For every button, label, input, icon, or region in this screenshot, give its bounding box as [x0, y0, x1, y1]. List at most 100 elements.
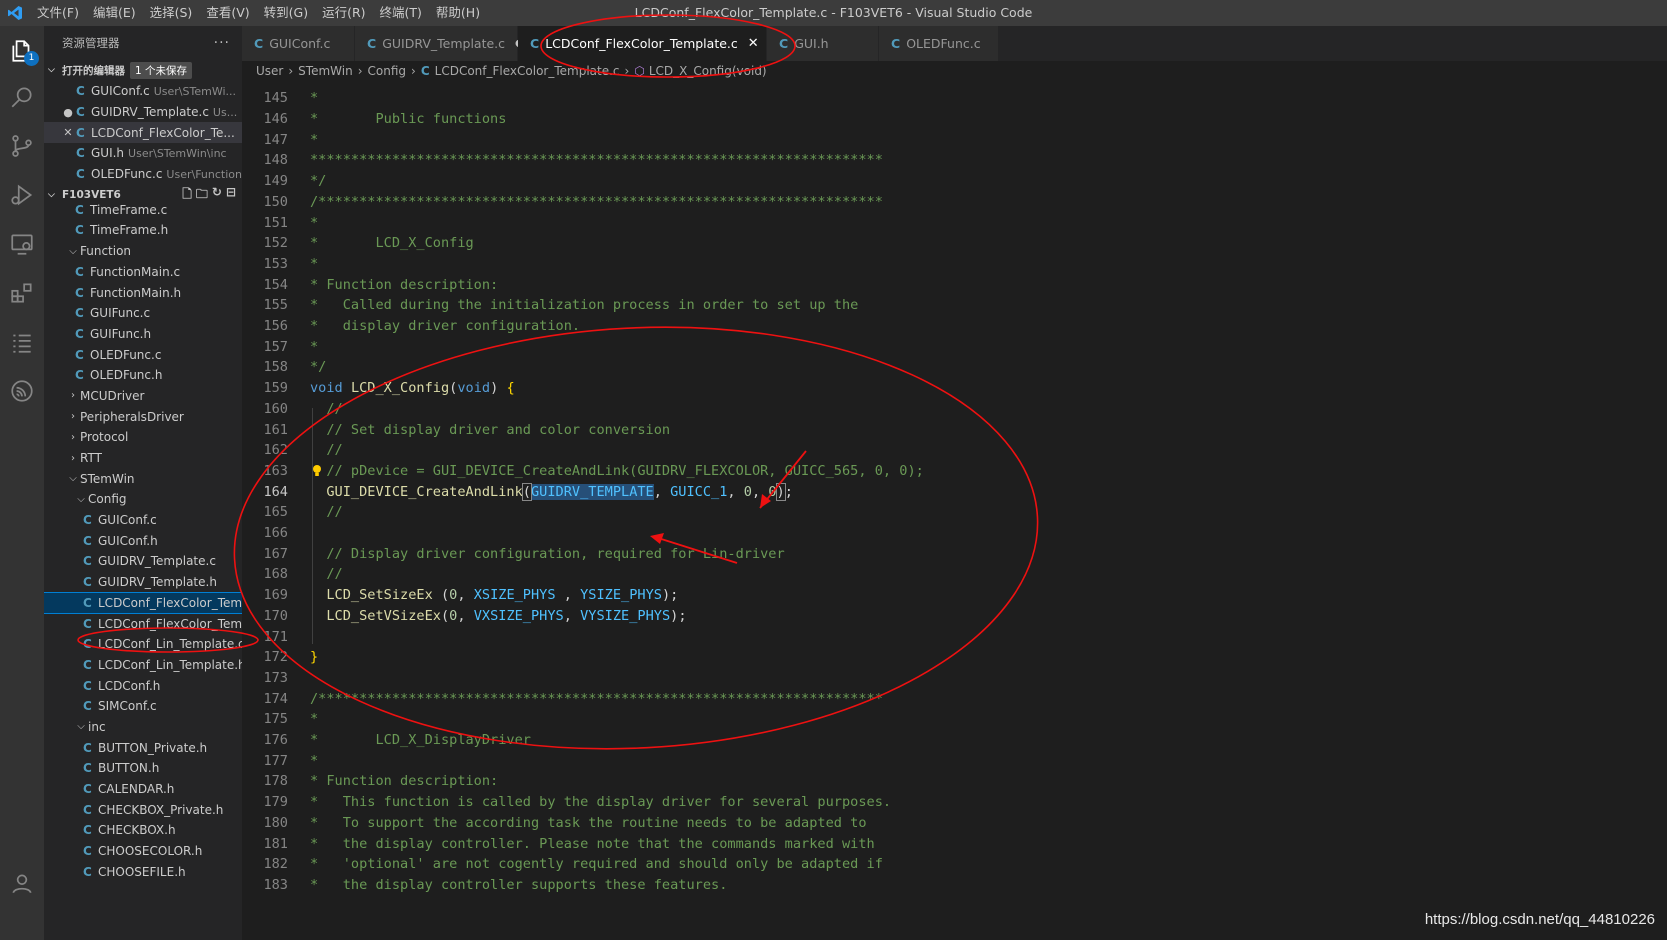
tree-file[interactable]: C GUIConf.h [44, 530, 242, 551]
tree-file[interactable]: C LCDConf_Lin_Template.h [44, 655, 242, 676]
tree-folder[interactable]: › MCUDriver [44, 386, 242, 407]
tree-file[interactable]: C CALENDAR.h [44, 779, 242, 800]
tree-file[interactable]: C LCDConf_Lin_Template.c [44, 634, 242, 655]
code-line[interactable]: 156 * display driver configuration. [242, 316, 1667, 337]
tree-file[interactable]: C GUIDRV_Template.c [44, 551, 242, 572]
tree-file[interactable]: C GUIFunc.h [44, 324, 242, 345]
code-line[interactable]: 160 // [242, 399, 1667, 420]
tree-file[interactable]: C OLEDFunc.c [44, 344, 242, 365]
code-line[interactable]: 161 // Set display driver and color conv… [242, 419, 1667, 440]
menu-item[interactable]: 运行(R) [315, 0, 372, 26]
code-line[interactable]: 163 // pDevice = GUI_DEVICE_CreateAndLin… [242, 461, 1667, 482]
extensions-icon[interactable] [7, 278, 37, 308]
code-line[interactable]: 166 [242, 523, 1667, 544]
menu-item[interactable]: 选择(S) [143, 0, 200, 26]
tree-file[interactable]: C BUTTON_Private.h [44, 737, 242, 758]
tree-file[interactable]: C GUIFunc.c [44, 303, 242, 324]
code-line[interactable]: 158 */ [242, 357, 1667, 378]
code-line[interactable]: 147 * [242, 129, 1667, 150]
tree-file[interactable]: C LCDConf_FlexColor_Tem... [44, 613, 242, 634]
code-line[interactable]: 149 */ [242, 171, 1667, 192]
tree-folder[interactable]: ⌵ STemWin [44, 468, 242, 489]
open-editor-item[interactable]: C GUI.h User\STemWin\inc [44, 143, 242, 164]
code-line[interactable]: 183 * the display controller supports the… [242, 875, 1667, 896]
code-line[interactable]: 155 * Called during the initialization pr… [242, 295, 1667, 316]
tree-file[interactable]: C GUIDRV_Template.h [44, 572, 242, 593]
editor-tab[interactable]: C LCDConf_FlexColor_Template.c ✕ [518, 26, 767, 61]
code-line[interactable]: 173 [242, 668, 1667, 689]
code-line[interactable]: 153 * [242, 254, 1667, 275]
open-editor-item[interactable]: ✕ C LCDConf_FlexColor_Te... [44, 122, 242, 144]
tree-file[interactable]: C LCDConf_FlexColor_Tem... [44, 591, 242, 615]
tree-folder[interactable]: › RTT [44, 448, 242, 469]
breadcrumb-file[interactable]: LCDConf_FlexColor_Template.c [435, 64, 620, 78]
menu-item[interactable]: 编辑(E) [86, 0, 143, 26]
code-line[interactable]: 182 * 'optional' are not cogently require… [242, 854, 1667, 875]
code-line[interactable]: 174 /************************************… [242, 688, 1667, 709]
breadcrumb-item[interactable]: STemWin [298, 64, 353, 78]
breadcrumb-item[interactable]: Config [368, 64, 407, 78]
source-control-icon[interactable] [7, 131, 37, 161]
tree-file[interactable]: C FunctionMain.c [44, 262, 242, 283]
open-editor-item[interactable]: C OLEDFunc.c User\Function [44, 164, 242, 185]
code-line[interactable]: 165 // [242, 502, 1667, 523]
code-line[interactable]: 162 // [242, 440, 1667, 461]
tree-file[interactable]: C TimeFrame.h [44, 220, 242, 241]
unsaved-dot-icon[interactable]: ● [60, 106, 76, 119]
code-line[interactable]: 159 void LCD_X_Config(void) { [242, 378, 1667, 399]
breadcrumb-item[interactable]: User [256, 64, 283, 78]
code-line[interactable]: 179 * This function is called by the disp… [242, 792, 1667, 813]
menu-item[interactable]: 文件(F) [30, 0, 86, 26]
code-line[interactable]: 172} [242, 647, 1667, 668]
code-line[interactable]: 157 * [242, 336, 1667, 357]
open-editor-item[interactable]: ● C GUIDRV_Template.c Us... [44, 102, 242, 123]
account-icon[interactable] [7, 868, 37, 898]
code-line[interactable]: 171 [242, 626, 1667, 647]
tree-file[interactable]: C CHECKBOX.h [44, 820, 242, 841]
list-icon[interactable] [7, 327, 37, 357]
close-icon[interactable]: ✕ [60, 126, 76, 139]
editor-tab[interactable]: C GUIConf.c [242, 26, 355, 61]
lightbulb-icon[interactable] [312, 464, 322, 478]
code-line[interactable]: 151 * [242, 212, 1667, 233]
tree-file[interactable]: C TimeFrame.c [44, 199, 242, 220]
tree-file[interactable]: C BUTTON.h [44, 758, 242, 779]
breadcrumb-symbol[interactable]: LCD_X_Config(void) [649, 64, 767, 78]
close-icon[interactable]: ✕ [748, 36, 759, 51]
open-editors-section[interactable]: ⌵ 打开的编辑器 1 个未保存 [44, 59, 242, 81]
code-line[interactable]: 180 * To support the according task the r… [242, 813, 1667, 834]
tree-folder[interactable]: ⌵ Function [44, 241, 242, 262]
remote-explorer-icon[interactable] [7, 229, 37, 259]
code-line[interactable]: 167 // Display driver configuration, req… [242, 543, 1667, 564]
tree-folder[interactable]: ⌵ Config [44, 489, 242, 510]
tree-folder[interactable]: › Protocol [44, 427, 242, 448]
code-line[interactable]: 150 /************************************… [242, 192, 1667, 213]
more-actions-icon[interactable]: ··· [214, 35, 230, 51]
tree-file[interactable]: C CHOOSEFILE.h [44, 861, 242, 882]
code-line[interactable]: 154 * Function description: [242, 274, 1667, 295]
explorer-icon[interactable]: 1 [7, 36, 39, 66]
tree-folder[interactable]: ⌵ inc [44, 717, 242, 738]
tree-file[interactable]: C LCDConf.h [44, 675, 242, 696]
code-line[interactable]: 176 * LCD_X_DisplayDriver [242, 730, 1667, 751]
search-icon[interactable] [7, 82, 37, 112]
editor-tab[interactable]: C OLEDFunc.c [879, 26, 999, 61]
tree-file[interactable]: C SIMConf.c [44, 696, 242, 717]
code-line[interactable]: 146 * Public functions [242, 109, 1667, 130]
tree-file[interactable]: C FunctionMain.h [44, 282, 242, 303]
tree-file[interactable]: C GUIConf.c [44, 510, 242, 531]
code-line[interactable]: 152 * LCD_X_Config [242, 233, 1667, 254]
menu-item[interactable]: 帮助(H) [429, 0, 487, 26]
code-line[interactable]: 148 *************************************… [242, 150, 1667, 171]
espressif-icon[interactable] [7, 376, 37, 406]
code-line[interactable]: 175 * [242, 709, 1667, 730]
code-editor[interactable]: 145 * 146 * Public functions 147 * 148 ********… [242, 81, 1667, 940]
code-line[interactable]: 177 * [242, 750, 1667, 771]
tree-folder[interactable]: › PeripheralsDriver [44, 406, 242, 427]
editor-tab[interactable]: CGUIDRV_Template.c● [355, 26, 524, 61]
code-line[interactable]: 164 GUI_DEVICE_CreateAndLink(GUIDRV_TEMP… [242, 481, 1667, 502]
code-line[interactable]: 169 LCD_SetSizeEx (0, XSIZE_PHYS , YSIZE… [242, 585, 1667, 606]
code-line[interactable]: 181 * the display controller. Please note… [242, 833, 1667, 854]
menu-item[interactable]: 查看(V) [199, 0, 256, 26]
tree-file[interactable]: C OLEDFunc.h [44, 365, 242, 386]
